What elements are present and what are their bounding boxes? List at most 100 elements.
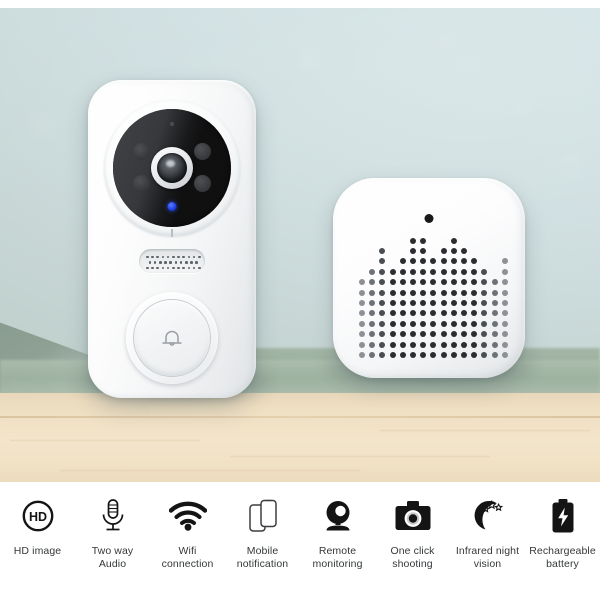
- product-image-screenshot: HD HD image Two way Audio Wifi connectio…: [0, 0, 600, 600]
- chime-grille-hole: [410, 352, 416, 358]
- chime-grille-hole: [501, 331, 508, 338]
- chime-grille-hole: [461, 248, 467, 254]
- infrared-led: [133, 143, 150, 160]
- feature-label: Mobile notification: [236, 545, 289, 570]
- chime-grille-hole: [450, 310, 457, 317]
- lens-chrome-ring: [151, 147, 193, 189]
- camera-lens-face: [113, 109, 231, 227]
- chime-grille-hole: [481, 320, 488, 327]
- chime-grille-hole: [399, 320, 406, 327]
- chime-grille-hole: [410, 279, 416, 286]
- chime-grille-hole: [379, 352, 386, 358]
- grille-hole: [192, 266, 196, 270]
- chime-grille-hole: [359, 320, 365, 327]
- chime-grille-hole: [501, 268, 508, 275]
- grille-hole: [190, 261, 193, 264]
- chime-grille-hole: [440, 289, 447, 296]
- infrared-led: [194, 143, 211, 160]
- chime-grille-hole: [491, 341, 498, 348]
- chime-grille-hole: [501, 320, 508, 327]
- wireless-chime-unit: [333, 178, 525, 378]
- chime-grille-hole: [501, 352, 508, 358]
- feature-label: Two way Audio: [91, 545, 134, 570]
- chime-grille-hole: [501, 300, 508, 306]
- chime-grille-hole: [471, 268, 478, 275]
- chime-grille-hole: [491, 352, 498, 358]
- chime-grille-hole: [369, 279, 376, 286]
- chime-grille-hole: [389, 320, 396, 327]
- camera-bezel-ring: [104, 100, 240, 237]
- chime-grille-hole: [501, 310, 508, 317]
- chime-grille-hole: [450, 258, 457, 265]
- chime-grille-hole: [501, 341, 508, 348]
- chime-grille-hole: [399, 289, 406, 296]
- chime-grille-hole: [389, 331, 396, 338]
- chime-grille-hole: [491, 310, 498, 317]
- chime-grille-hole: [420, 320, 427, 327]
- chime-grille-hole: [471, 352, 478, 358]
- chime-grille-hole: [399, 258, 406, 265]
- chime-grille-hole: [450, 237, 457, 244]
- grille-hole: [198, 266, 201, 270]
- mobile-notification-icon: [248, 499, 277, 532]
- chime-grille-hole: [430, 289, 437, 296]
- chime-grille-hole: [481, 289, 488, 296]
- chime-grille-hole: [399, 300, 406, 306]
- chime-grille-hole: [440, 341, 447, 348]
- chime-grille-hole: [440, 248, 447, 254]
- chime-grille-hole: [471, 320, 478, 327]
- wifi-icon-wrap: [164, 496, 212, 536]
- chime-grille-hole: [369, 341, 376, 348]
- grille-hole: [185, 261, 188, 264]
- bell-icon: [162, 330, 182, 346]
- camera-lens: [157, 153, 187, 183]
- grille-hole: [156, 255, 159, 259]
- chime-grille-hole: [450, 289, 457, 296]
- doorbell-button-bezel[interactable]: [126, 292, 218, 384]
- product-photo: [0, 8, 600, 482]
- hd-icon: HD: [22, 500, 53, 532]
- grille-hole: [172, 255, 175, 259]
- chime-grille-hole: [399, 310, 406, 317]
- chime-grille-hole: [369, 310, 376, 317]
- camera-alignment-tick: [171, 229, 173, 237]
- moon-stars-icon: [474, 499, 503, 530]
- chime-grille-hole: [389, 289, 396, 296]
- chime-grille-hole: [430, 320, 437, 327]
- grille-hole: [177, 266, 180, 270]
- svg-text:HD: HD: [28, 510, 46, 524]
- grille-hole: [187, 266, 191, 270]
- wifi-icon: [168, 501, 207, 531]
- feature-icon-strip: HD HD image Two way Audio Wifi connectio…: [0, 482, 600, 600]
- feature-label: Rechargeable battery: [529, 545, 596, 570]
- chime-grille-hole: [471, 289, 478, 296]
- grille-hole: [153, 261, 157, 264]
- chime-grille-hole: [440, 352, 447, 358]
- feature-item-webcam: Remote monitoring: [300, 482, 375, 570]
- doorbell-push-button[interactable]: [133, 299, 211, 377]
- status-led-blue: [167, 202, 177, 212]
- chime-grille-hole: [440, 300, 447, 306]
- feature-item-moon-stars: Infrared night vision: [450, 482, 525, 570]
- grille-hole: [195, 261, 198, 264]
- feature-label: Infrared night vision: [455, 545, 520, 570]
- chime-grille-hole: [491, 320, 498, 327]
- chime-grille-hole: [430, 352, 437, 358]
- grille-hole: [164, 261, 167, 264]
- chime-grille-hole: [389, 268, 396, 275]
- chime-grille-hole: [481, 352, 488, 358]
- grille-hole: [148, 261, 152, 264]
- chime-grille-hole: [461, 300, 467, 306]
- chime-grille-hole: [481, 300, 488, 306]
- chime-grille-hole: [440, 268, 447, 275]
- chime-grille-hole: [461, 352, 467, 358]
- wall-blotch: [296, 52, 322, 68]
- chime-grille-hole: [450, 300, 457, 306]
- grille-hole: [146, 255, 149, 259]
- chime-grille-hole: [440, 320, 447, 327]
- chime-grille-hole: [399, 279, 406, 286]
- camera-icon-wrap: [389, 496, 437, 536]
- chime-grille-hole: [410, 237, 416, 244]
- chime-grille-hole: [420, 341, 427, 348]
- chime-grille-hole: [420, 331, 427, 338]
